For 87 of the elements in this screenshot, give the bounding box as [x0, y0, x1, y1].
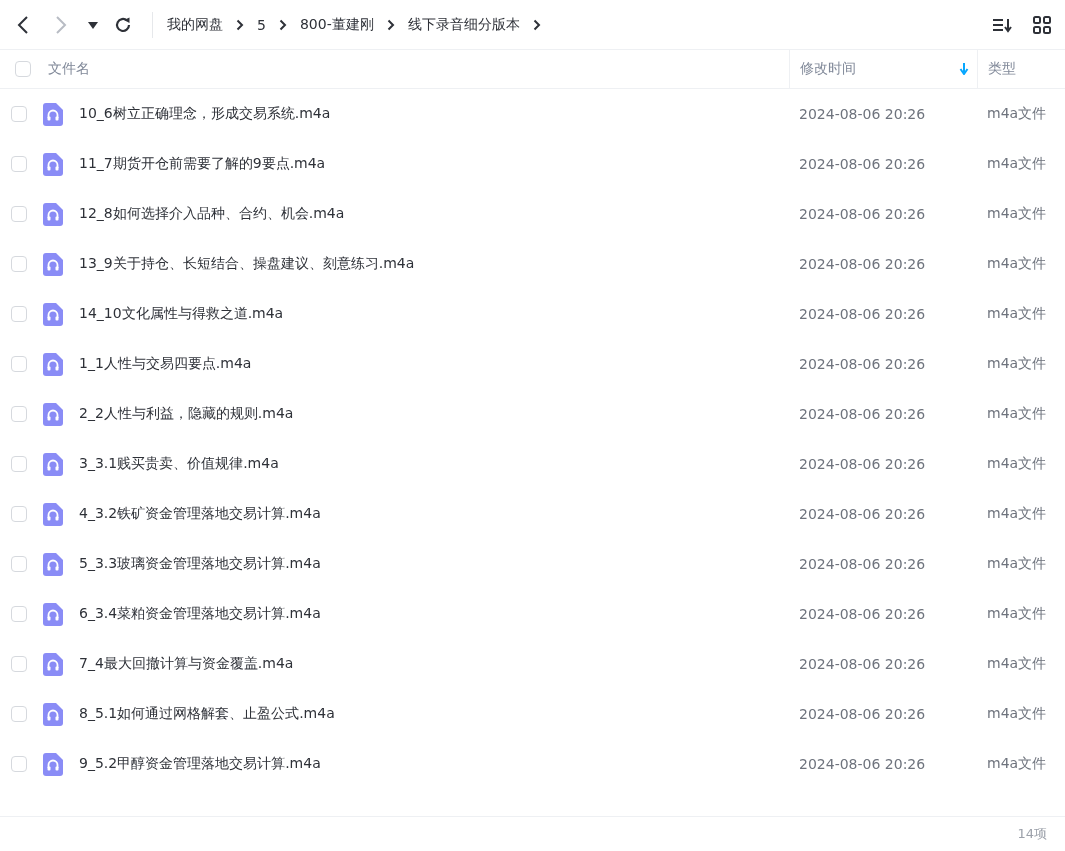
column-header[interactable]: 文件名 [48, 60, 90, 78]
row-checkbox[interactable] [11, 506, 27, 522]
file-type: m4a文件 [987, 455, 1047, 473]
file-name[interactable]: 13_9关于持仓、长短结合、操盘建议、刻意练习.m4a [79, 255, 415, 273]
row-checkbox[interactable] [11, 606, 27, 622]
file-name[interactable]: 14_10文化属性与得救之道.m4a [79, 305, 284, 323]
breadcrumb-link[interactable]: 5 [257, 16, 266, 33]
audio-file-icon [43, 502, 63, 526]
modified-time: 2024-08-06 20:26 [799, 306, 926, 322]
file-type: m4a文件 [987, 155, 1047, 173]
file-name[interactable]: 1_1人性与交易四要点.m4a [79, 355, 252, 373]
file-name[interactable]: 3_3.1贱买贵卖、价值规律.m4a [79, 455, 279, 473]
audio-file-icon [43, 752, 63, 776]
audio-file-icon [43, 552, 63, 576]
file-type: m4a文件 [987, 305, 1047, 323]
modified-time: 2024-08-06 20:26 [799, 206, 926, 222]
row-checkbox[interactable] [11, 706, 27, 722]
modified-time: 2024-08-06 20:26 [799, 656, 926, 672]
file-name[interactable]: 12_8如何选择介入品种、合约、机会.m4a [79, 205, 345, 223]
row-checkbox[interactable] [11, 356, 27, 372]
column-header[interactable]: 类型 [988, 60, 1016, 78]
file-type: m4a文件 [987, 755, 1047, 773]
audio-file-icon [43, 402, 63, 426]
row-checkbox[interactable] [11, 556, 27, 572]
file-name[interactable]: 6_3.4菜粕资金管理落地交易计算.m4a [79, 605, 321, 623]
modified-time: 2024-08-06 20:26 [799, 256, 926, 272]
file-type: m4a文件 [987, 405, 1047, 423]
row-checkbox[interactable] [11, 756, 27, 772]
row-checkbox[interactable] [11, 406, 27, 422]
select-all-checkbox[interactable] [15, 61, 31, 77]
sort-icon[interactable] [992, 16, 1012, 33]
file-type: m4a文件 [987, 105, 1047, 123]
caret-down-icon[interactable] [88, 20, 98, 29]
chevron-left-icon[interactable] [15, 14, 31, 35]
modified-time: 2024-08-06 20:26 [799, 456, 926, 472]
row-checkbox[interactable] [11, 656, 27, 672]
file-name[interactable]: 11_7期货开仓前需要了解的9要点.m4a [79, 155, 326, 173]
row-checkbox[interactable] [11, 206, 27, 222]
audio-file-icon [43, 352, 63, 376]
file-type: m4a文件 [987, 605, 1047, 623]
row-checkbox[interactable] [11, 306, 27, 322]
file-type: m4a文件 [987, 555, 1047, 573]
file-type: m4a文件 [987, 355, 1047, 373]
file-name[interactable]: 5_3.3玻璃资金管理落地交易计算.m4a [79, 555, 321, 573]
modified-time: 2024-08-06 20:26 [799, 156, 926, 172]
file-type: m4a文件 [987, 655, 1047, 673]
row-checkbox[interactable] [11, 456, 27, 472]
modified-time: 2024-08-06 20:26 [799, 556, 926, 572]
audio-file-icon [43, 602, 63, 626]
chevron-right-icon [278, 18, 287, 31]
file-name[interactable]: 8_5.1如何通过网格解套、止盈公式.m4a [79, 705, 335, 723]
file-type: m4a文件 [987, 205, 1047, 223]
chevron-right-icon [532, 18, 541, 31]
file-name[interactable]: 9_5.2甲醇资金管理落地交易计算.m4a [79, 755, 321, 773]
modified-time: 2024-08-06 20:26 [799, 356, 926, 372]
audio-file-icon [43, 452, 63, 476]
modified-time: 2024-08-06 20:26 [799, 106, 926, 122]
audio-file-icon [43, 152, 63, 176]
file-type: m4a文件 [987, 255, 1047, 273]
audio-file-icon [43, 252, 63, 276]
file-name[interactable]: 7_4最大回撤计算与资金覆盖.m4a [79, 655, 294, 673]
audio-file-icon [43, 652, 63, 676]
file-type: m4a文件 [987, 705, 1047, 723]
breadcrumb-link[interactable]: 800-董建刚 [299, 15, 374, 34]
modified-time: 2024-08-06 20:26 [799, 756, 926, 772]
modified-time: 2024-08-06 20:26 [799, 606, 926, 622]
breadcrumb-link[interactable]: 线下录音细分版本 [407, 15, 520, 34]
audio-file-icon [43, 102, 63, 126]
sort-arrow-icon[interactable] [959, 63, 969, 75]
modified-time: 2024-08-06 20:26 [799, 506, 926, 522]
chevron-right-icon [236, 18, 244, 31]
file-type: m4a文件 [987, 505, 1047, 523]
modified-time: 2024-08-06 20:26 [799, 406, 926, 422]
file-name[interactable]: 2_2人性与利益，隐藏的规则.m4a [79, 405, 294, 423]
file-name[interactable]: 10_6树立正确理念，形成交易系统.m4a [79, 105, 331, 123]
audio-file-icon [43, 702, 63, 726]
row-checkbox[interactable] [11, 156, 27, 172]
audio-file-icon [43, 302, 63, 326]
file-name[interactable]: 4_3.2铁矿资金管理落地交易计算.m4a [79, 505, 321, 523]
item-count: 14项 [1017, 825, 1047, 843]
modified-time: 2024-08-06 20:26 [799, 706, 926, 722]
row-checkbox[interactable] [11, 256, 27, 272]
breadcrumb-link[interactable]: 我的网盘 [167, 15, 223, 34]
row-checkbox[interactable] [11, 106, 27, 122]
audio-file-icon [43, 202, 63, 226]
chevron-right-icon [386, 18, 395, 31]
column-header[interactable]: 修改时间 [800, 60, 856, 78]
